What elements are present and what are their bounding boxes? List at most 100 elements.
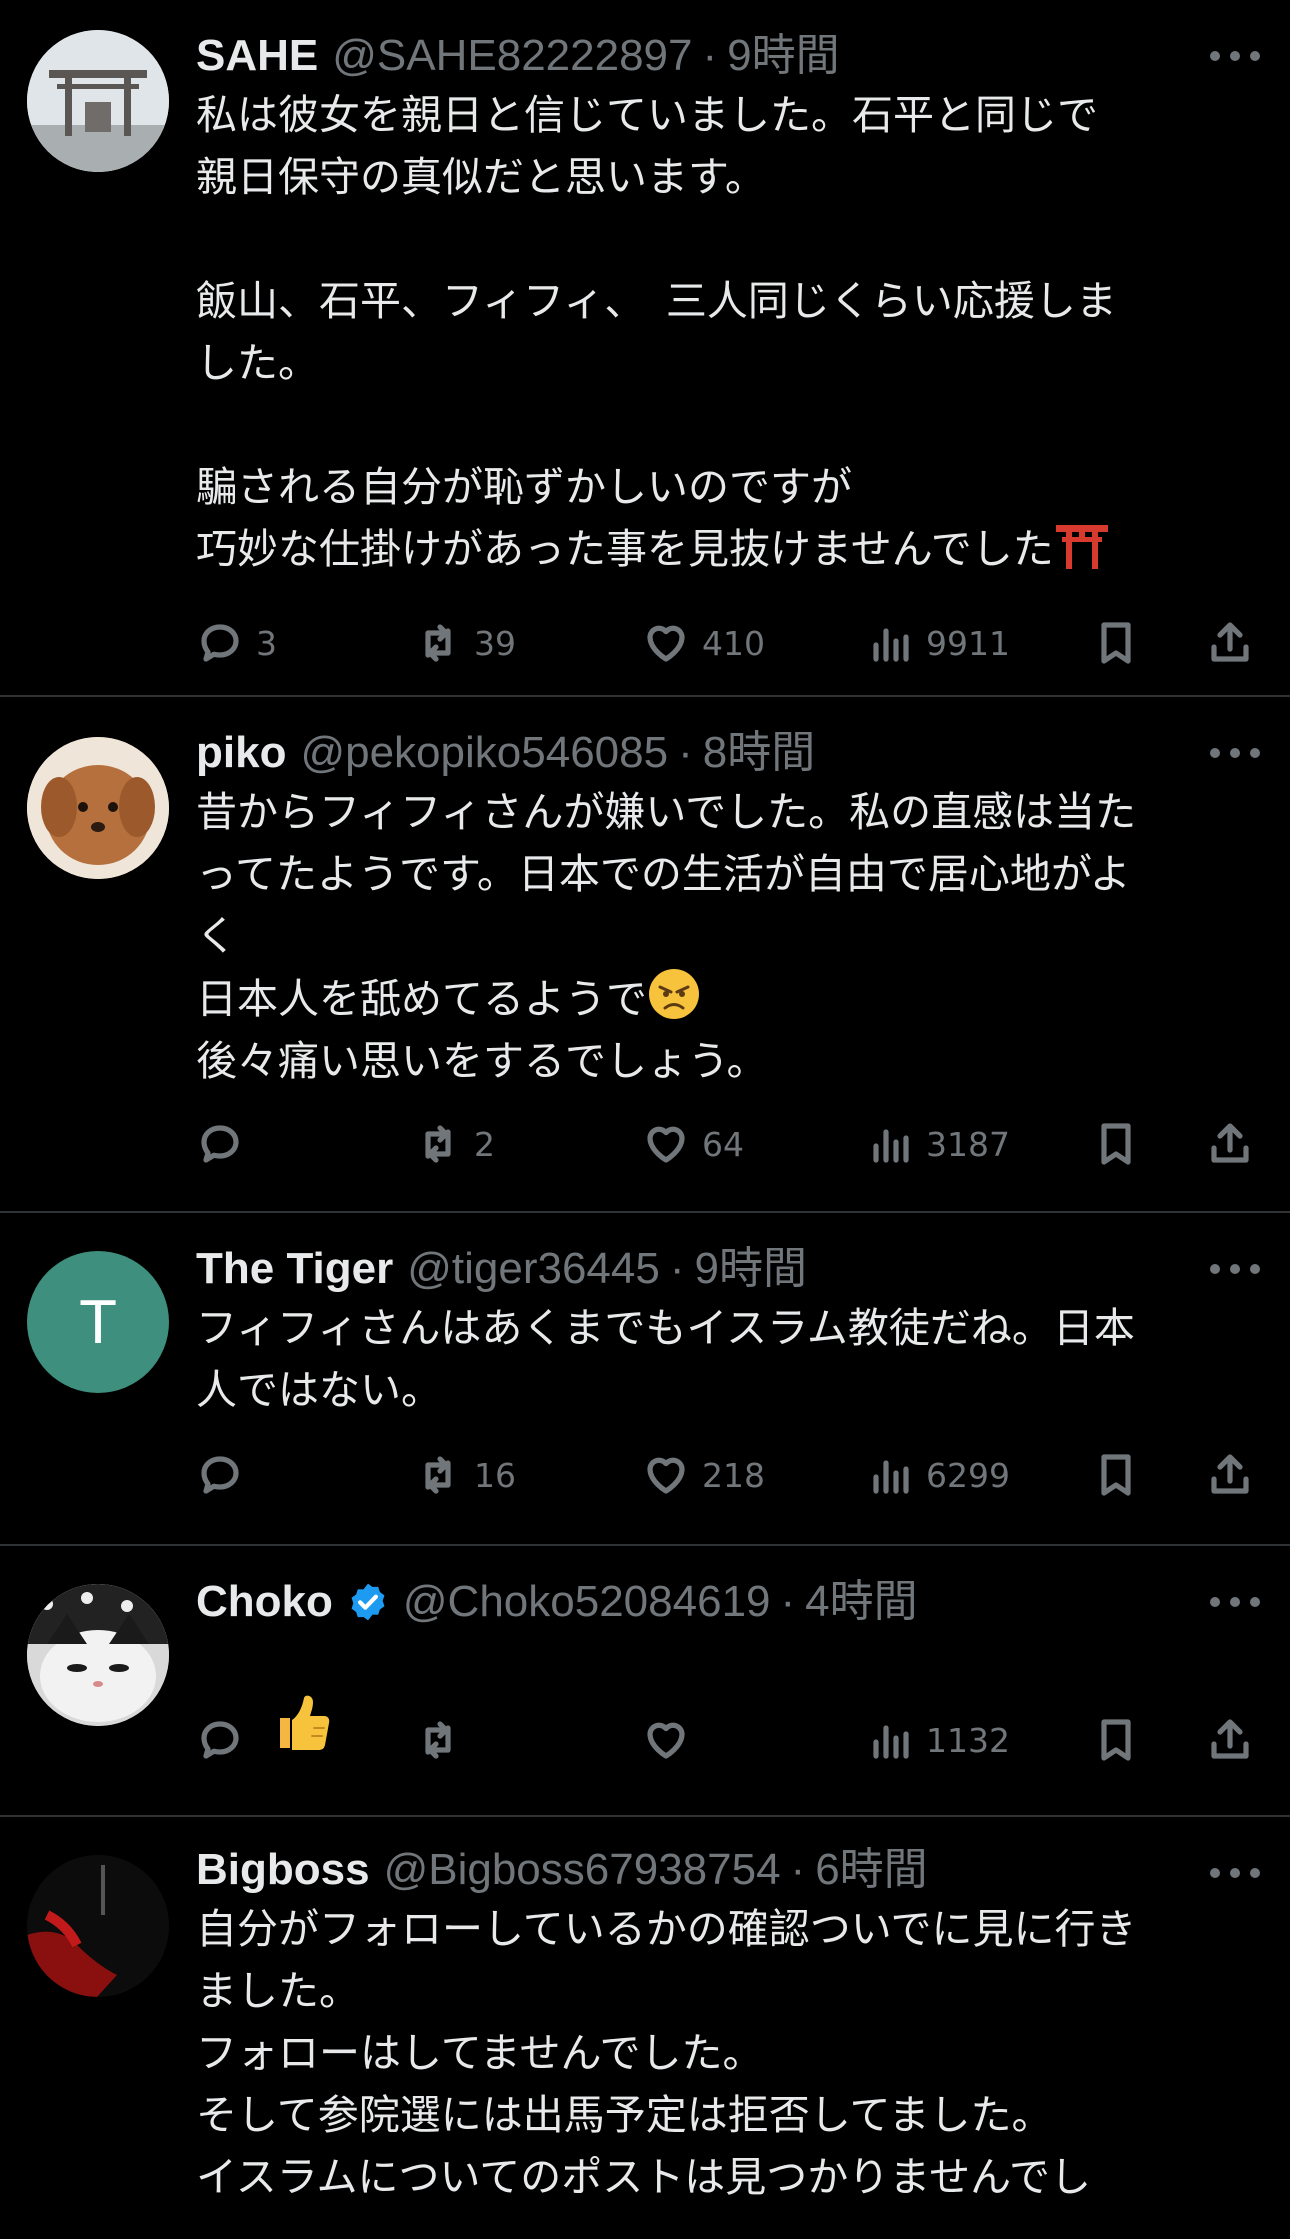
views-button[interactable]: 3187 [866, 1114, 1010, 1174]
avatar[interactable] [27, 737, 169, 879]
display-name[interactable]: piko [196, 725, 286, 781]
reply-button[interactable]: 3 [196, 613, 277, 673]
timestamp[interactable]: 9時間 [695, 1241, 807, 1297]
tweet[interactable]: SAHE @SAHE82222897 · 9時間 私は彼女を親日と信じていました… [0, 0, 1290, 697]
user-handle[interactable]: @pekopiko546085 [300, 725, 668, 781]
tweet-header: The Tiger @tiger36445 · 9時間 [196, 1241, 1260, 1297]
tweet-actions: 16 218 6299 [196, 1445, 1260, 1505]
share-button[interactable] [1206, 613, 1254, 673]
like-count: 64 [702, 1124, 744, 1164]
bookmark-button[interactable] [1092, 613, 1140, 673]
views-chart-icon [873, 1460, 909, 1494]
shinto-shrine-emoji [1055, 525, 1108, 569]
tweet-header: Choko @Choko52084619 · 4時間 [196, 1574, 1260, 1630]
view-count: 9911 [926, 623, 1010, 663]
tweet-text: 昔からフィフィさんが嫌いでした。私の直感は当た ってたようです。日本での生活が自… [196, 781, 1260, 1092]
user-handle[interactable]: @Bigboss67938754 [384, 1842, 781, 1898]
timestamp[interactable]: 9時間 [727, 28, 839, 84]
user-handle[interactable]: @tiger36445 [407, 1241, 660, 1297]
views-button[interactable]: 9911 [866, 613, 1010, 673]
repost-count: 39 [474, 623, 516, 663]
reply-icon [201, 624, 239, 662]
more-options-icon[interactable] [1210, 50, 1260, 62]
bookmark-icon [1101, 622, 1131, 664]
reply-button[interactable] [196, 1710, 256, 1770]
tweet-actions: 3 39 410 9911 [196, 613, 1260, 673]
dog-photo-icon [27, 737, 169, 879]
like-count: 410 [702, 623, 765, 663]
more-options-icon[interactable] [1210, 1263, 1260, 1275]
dark-photo-icon [27, 1855, 169, 1997]
tweet-text [196, 1630, 1260, 1750]
verified-badge-icon[interactable] [347, 1581, 389, 1623]
repost-button[interactable]: 16 [414, 1445, 516, 1505]
user-handle[interactable]: @Choko52084619 [403, 1574, 771, 1630]
reply-button[interactable] [196, 1114, 256, 1174]
reply-feed: SAHE @SAHE82222897 · 9時間 私は彼女を親日と信じていました… [0, 0, 1290, 2217]
like-button[interactable] [642, 1710, 702, 1770]
heart-icon [647, 1457, 685, 1494]
display-name[interactable]: The Tiger [196, 1241, 393, 1297]
more-options-icon[interactable] [1210, 1596, 1260, 1608]
tweet[interactable]: piko @pekopiko546085 · 8時間 昔からフィフィさんが嫌いで… [0, 697, 1290, 1213]
user-handle[interactable]: @SAHE82222897 [332, 28, 692, 84]
timestamp[interactable]: 4時間 [805, 1574, 917, 1630]
bookmark-icon [1101, 1123, 1131, 1165]
timestamp[interactable]: 6時間 [815, 1842, 927, 1898]
bookmark-icon [1101, 1719, 1131, 1761]
tweet-text: 私は彼女を親日と信じていました。石平と同じで 親日保守の真似だと思います。 飯山… [196, 84, 1260, 580]
repost-icon [425, 624, 451, 662]
more-options-icon[interactable] [1210, 747, 1260, 759]
heart-icon [647, 1722, 685, 1759]
views-button[interactable]: 6299 [866, 1445, 1010, 1505]
share-button[interactable] [1206, 1445, 1254, 1505]
tweet-header: piko @pekopiko546085 · 8時間 [196, 725, 1260, 781]
tweet-text-content: 私は彼女を親日と信じていました。石平と同じで 親日保守の真似だと思います。 飯山… [196, 91, 1117, 573]
display-name[interactable]: Choko [196, 1574, 333, 1630]
share-icon [1211, 1719, 1249, 1759]
views-chart-icon [873, 628, 909, 662]
heart-icon [647, 625, 685, 662]
views-button[interactable]: 1132 [866, 1710, 1010, 1770]
like-button[interactable]: 410 [642, 613, 765, 673]
avatar-letter: T [79, 1287, 117, 1357]
more-options-icon[interactable] [1210, 1867, 1260, 1879]
views-chart-icon [873, 1129, 909, 1163]
repost-button[interactable]: 39 [414, 613, 516, 673]
repost-button[interactable] [414, 1710, 474, 1770]
tweet-actions: 1132 [196, 1710, 1260, 1770]
display-name[interactable]: Bigboss [196, 1842, 370, 1898]
share-icon [1211, 1123, 1249, 1163]
bookmark-button[interactable] [1092, 1114, 1140, 1174]
tweet-text-continued: 後々痛い思いをするでしょう。 [196, 1037, 768, 1085]
like-button[interactable]: 64 [642, 1114, 744, 1174]
bookmark-icon [1101, 1454, 1131, 1496]
view-count: 3187 [926, 1124, 1010, 1164]
share-button[interactable] [1206, 1710, 1254, 1770]
share-icon [1211, 622, 1249, 662]
tweet[interactable]: T The Tiger @tiger36445 · 9時間 フィフィさんはあくま… [0, 1213, 1290, 1546]
repost-button[interactable]: 2 [414, 1114, 495, 1174]
avatar[interactable] [27, 1855, 169, 1997]
avatar[interactable]: T [27, 1251, 169, 1393]
repost-count: 2 [474, 1124, 495, 1164]
separator-dot: · [780, 1577, 796, 1626]
timestamp[interactable]: 8時間 [703, 725, 815, 781]
tweet[interactable]: Bigboss @Bigboss67938754 · 6時間 自分がフォローして… [0, 1817, 1290, 2217]
separator-dot: · [702, 31, 718, 80]
repost-icon [425, 1456, 451, 1494]
reply-icon [201, 1125, 239, 1163]
reply-button[interactable] [196, 1445, 256, 1505]
avatar[interactable] [27, 30, 169, 172]
bookmark-button[interactable] [1092, 1445, 1140, 1505]
share-button[interactable] [1206, 1114, 1254, 1174]
avatar[interactable] [27, 1584, 169, 1726]
separator-dot: · [678, 728, 693, 777]
display-name[interactable]: SAHE [196, 28, 318, 84]
like-button[interactable]: 218 [642, 1445, 765, 1505]
tweet-text: 自分がフォローしているかの確認ついでに見に行き ました。 フォローはしてませんで… [196, 1905, 1137, 2201]
tweet-header: Bigboss @Bigboss67938754 · 6時間 [196, 1842, 1260, 1898]
reply-icon [201, 1721, 239, 1759]
tweet[interactable]: Choko @Choko52084619 · 4時間 1132 [0, 1546, 1290, 1817]
bookmark-button[interactable] [1092, 1710, 1140, 1770]
